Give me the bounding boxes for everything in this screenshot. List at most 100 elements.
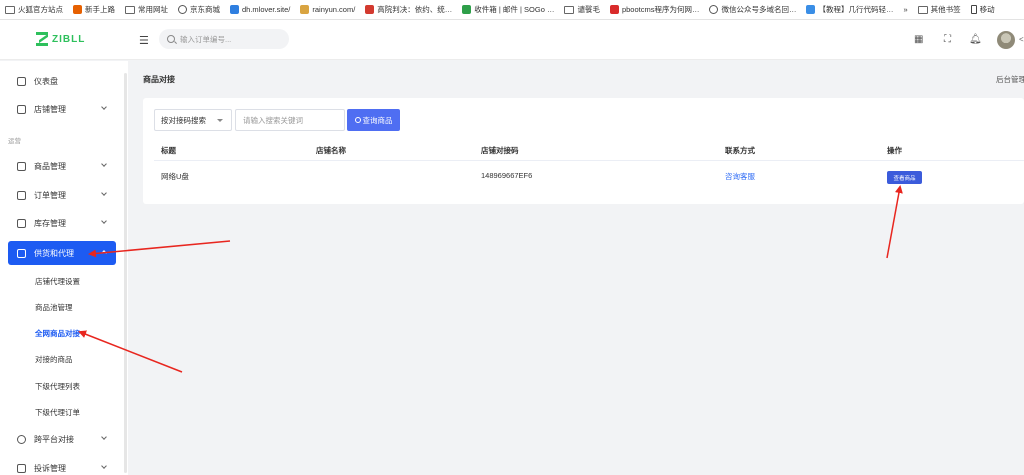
51-logo-icon [609,5,619,14]
bell-icon[interactable]: 🔔︎ [969,35,982,45]
bookmark-label: pbootcms程序为何网… [621,5,700,14]
bookmarks-overflow-button[interactable]: » [898,0,912,19]
bookmark-label: 其他书签 [930,5,961,14]
folder-icon [125,5,135,14]
bookmark-item[interactable]: 其他书签 [913,0,966,19]
menu-toggle-icon[interactable]: ☰ [139,34,149,47]
home-icon [17,76,26,86]
folder-icon [917,5,928,14]
sidebar-subitem-docked-products[interactable]: 对接的商品 [35,354,73,365]
bookmark-label: 常用网址 [138,5,168,14]
logo[interactable]: ZIBLL [36,32,85,46]
bookmark-label: 移动 [979,5,995,14]
fullscreen-icon[interactable]: ⛶ [944,35,951,45]
annotation-arrows [78,185,903,373]
contact-service-link[interactable]: 咨询客服 [725,171,755,182]
sidebar-item-label: 订单管理 [34,190,66,200]
sidebar-subitem-network-product-docking[interactable]: 全网商品对接 [35,328,80,339]
sidebar-item-products[interactable]: 商品管理 [8,154,116,178]
inventory-icon [17,218,26,228]
view-product-button[interactable]: 查看商品 [887,171,922,184]
avatar-caret[interactable]: < [1019,35,1024,44]
sidebar-item-label: 店铺管理 [34,104,66,114]
search-icon [167,35,175,43]
table-divider [154,160,1024,161]
qrcode-icon[interactable]: ▦ [914,35,923,45]
sidebar-item-shop[interactable]: 店铺管理 [8,97,116,121]
sidebar-item-label: 供货和代理 [34,248,74,258]
bookmarks-bar: 火狐官方站点 新手上路 常用网址 京东商城 dh.mlover.site/rainyun… [0,0,1024,20]
chevron-down-icon [101,104,107,110]
sidebar-subitem-shop-agent-settings[interactable]: 店铺代理设置 [35,276,80,287]
keyword-input[interactable] [235,109,345,131]
cell-title: 网络U盘 [161,172,189,181]
column-header-title: 标题 [161,146,176,155]
bookmark-label: 微信公众号多域名回… [721,5,797,14]
bookmark-item[interactable]: 谴餮毛 [559,0,605,19]
bookmark-item[interactable]: 常用网址 [120,0,173,19]
search-type-value: 按对接码搜索 [161,115,206,125]
bookmark-item[interactable]: 移动 [966,0,1000,19]
search-icon [354,117,361,123]
sidebar-item-orders[interactable]: 订单管理 [8,183,116,207]
sidebar-subitem-sub-agents[interactable]: 下级代理列表 [35,381,80,392]
logo-text: ZIBLL [52,33,86,45]
sidebar-item-cross-platform[interactable]: 跨平台对接 [8,427,116,451]
column-header-shop-name: 店铺名称 [316,146,346,155]
bookmark-item[interactable]: 火狐官方站点 [0,0,68,19]
shop-icon [17,104,26,114]
sidebar-scrollbar[interactable] [124,73,127,473]
caret-down-icon [217,119,223,122]
chevron-down-icon [101,434,107,440]
zibll-logo-icon [36,32,48,46]
folder-icon [564,5,575,14]
bookmark-label: 收件箱 | 邮件 | SOGo … [474,5,555,14]
chevron-down-icon [101,218,107,224]
phone-icon [970,5,977,14]
bookmark-label: 京东商城 [190,5,220,14]
sidebar-item-label: 库存管理 [34,218,66,228]
chevron-down-icon [101,161,107,167]
cloud-icon [806,5,816,14]
product-docking-card: 按对接码搜索 查询商品 标题 店铺名称 店铺对接码 联系方式 操作 网络U盘 1… [143,98,1024,204]
sidebar-subitem-sub-agent-orders[interactable]: 下级代理订单 [35,407,80,418]
bookmark-item[interactable]: dh.mlover.site/ [225,0,295,19]
bookmark-item[interactable]: 京东商城 [173,0,225,19]
bookmark-item[interactable]: 新手上路 [68,0,120,19]
bookmark-item[interactable]: pbootcms程序为何网… [605,0,705,19]
section-label: 运营 [8,138,21,145]
query-products-button[interactable]: 查询商品 [347,109,400,131]
circle-red-icon [365,5,375,14]
bookmark-label: 火狐官方站点 [18,5,63,14]
order-search[interactable] [159,29,289,49]
sidebar-item-label: 商品管理 [34,161,66,171]
sidebar-item-complaints[interactable]: 投诉管理 [8,456,116,475]
bookmark-item[interactable]: 收件箱 | 邮件 | SOGo … [457,0,559,19]
bookmark-label: 谴餮毛 [577,5,600,14]
sidebar-item-inventory[interactable]: 库存管理 [8,211,116,235]
search-type-select[interactable]: 按对接码搜索 [154,109,232,131]
sidebar-item-supply-agent[interactable]: 供货和代理 [8,241,116,265]
bookmark-item[interactable]: 微信公众号多域名回… [704,0,801,19]
column-header-action: 操作 [887,146,902,155]
sidebar-item-label: 仪表盘 [34,76,58,86]
breadcrumb[interactable]: 后台管理 [996,74,1024,85]
sidebar-item-label: 跨平台对接 [34,434,74,444]
sidebar-item-dashboard[interactable]: 仪表盘 [8,69,116,93]
order-search-input[interactable] [180,34,280,44]
firefox-icon [73,5,82,14]
column-header-contact: 联系方式 [725,146,755,155]
bookmark-label: dh.mlover.site/ [242,5,291,14]
bookmark-label: 高院判决：依约、统… [377,5,453,14]
bookmark-item[interactable]: 高院判决：依约、统… [360,0,457,19]
globe-icon [17,434,26,444]
chevron-down-icon [101,190,107,196]
bookmark-item[interactable]: 【教程】几行代码轻… [801,0,898,19]
sidebar-subitem-product-pool[interactable]: 商品池管理 [35,302,73,313]
cell-docking-code: 148969667EF6 [481,171,533,180]
bookmark-item[interactable]: rainyun.com/ [295,0,360,19]
avatar[interactable] [997,31,1015,49]
chevron-up-icon [101,250,107,256]
top-header: ZIBLL ☰ ▦ ⛶ 🔔︎ < [0,20,1024,60]
complaint-icon [17,463,26,473]
